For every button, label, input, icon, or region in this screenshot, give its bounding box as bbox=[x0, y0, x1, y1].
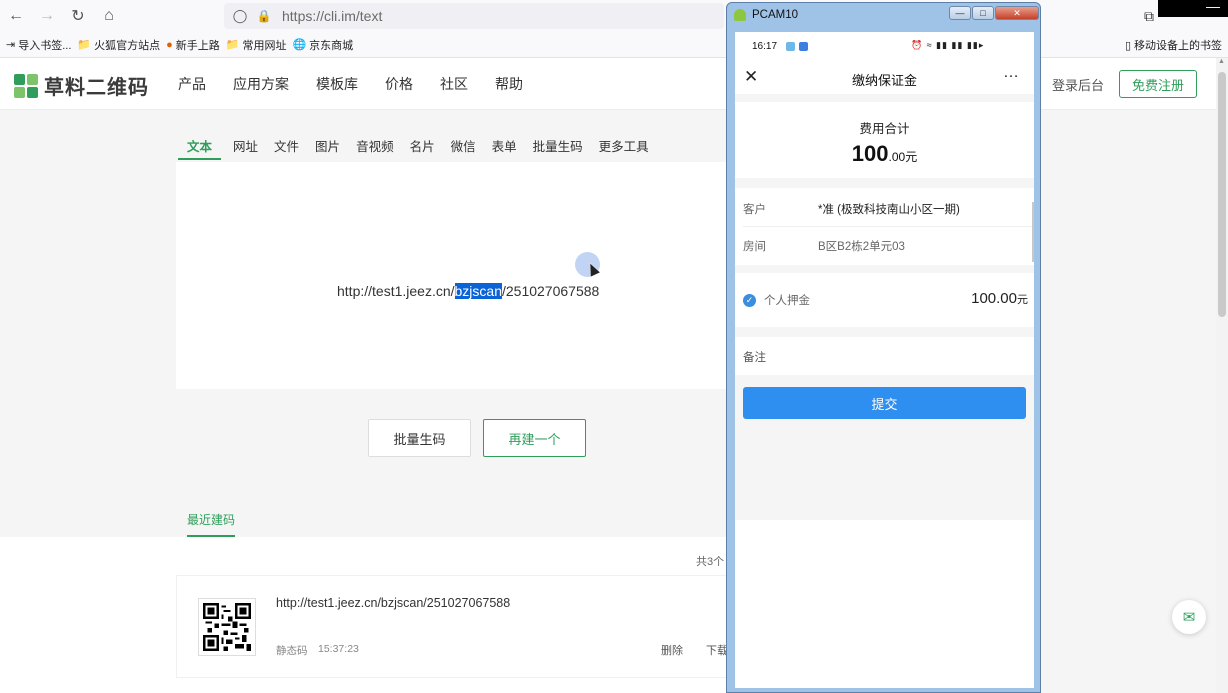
shield-icon[interactable]: ◯ bbox=[232, 8, 248, 24]
list-item[interactable] bbox=[176, 575, 728, 678]
download-link[interactable]: 下载 bbox=[706, 642, 728, 658]
chat-icon[interactable]: ✉ bbox=[1172, 600, 1206, 634]
code-type-tabs: 文本 网址 文件 图片 音视频 名片 微信 表单 批量生码 更多工具 bbox=[178, 136, 661, 160]
fee-label: 费用合计 bbox=[859, 122, 910, 136]
tab-url[interactable]: 网址 bbox=[229, 136, 262, 160]
lock-icon[interactable]: 🔒 bbox=[256, 9, 272, 23]
tab-media[interactable]: 音视频 bbox=[352, 136, 398, 160]
app-notify-icon bbox=[786, 42, 795, 51]
room-row[interactable]: 房间 B区B2栋2单元03 bbox=[735, 227, 1034, 265]
crop-icon[interactable]: ⧉ bbox=[1140, 0, 1158, 32]
tab-file[interactable]: 文件 bbox=[270, 136, 303, 160]
nav-community[interactable]: 社区 bbox=[440, 74, 468, 94]
bookmark-mobile[interactable]: ▯ 移动设备上的书签 bbox=[1125, 32, 1222, 58]
overlay-black-box: — bbox=[1158, 0, 1228, 17]
qr-code-thumbnail[interactable] bbox=[198, 598, 256, 656]
address-bar[interactable]: ◯ 🔒 https://cli.im/text bbox=[224, 3, 724, 29]
customer-value: *准 (极致科技南山小区一期) bbox=[818, 204, 960, 216]
record-time: 15:37:23 bbox=[318, 643, 359, 655]
phone-bottom-area bbox=[735, 520, 1034, 688]
bookmark-common[interactable]: 📁 常用网址 bbox=[226, 37, 287, 53]
tab-form[interactable]: 表单 bbox=[488, 136, 521, 160]
login-link[interactable]: 登录后台 bbox=[1052, 58, 1104, 110]
selected-text: bzjscan bbox=[454, 283, 502, 299]
folder-icon: 📁 bbox=[225, 39, 240, 51]
minimize-icon[interactable]: — bbox=[1206, 0, 1220, 14]
phone-screen: 16:17 ⏰ ≈ ▮▮ ▮▮ ▮▮▸ ✕ 缴纳保证金 … 费用合计 100.0… bbox=[735, 32, 1034, 688]
recent-section bbox=[0, 490, 728, 538]
tab-text[interactable]: 文本 bbox=[178, 136, 222, 160]
customer-info-card: 客户 *准 (极致科技南山小区一期) 房间 B区B2栋2单元03 bbox=[735, 188, 1034, 265]
total-count: 共3个 bbox=[696, 556, 725, 568]
tab-recent-codes[interactable]: 最近建码 bbox=[187, 511, 236, 537]
bookmarks-bar: ⇥ 导入书签... 📁 火狐官方站点 ● 新手上路 📁 常用网址 🌐 京东商城 ▯ 移动设备… bbox=[0, 32, 1228, 58]
tab-image[interactable]: 图片 bbox=[311, 136, 344, 160]
bluetooth-icon bbox=[799, 42, 808, 51]
record-type: 静态码 bbox=[276, 645, 308, 657]
record-url[interactable]: http://test1.jeez.cn/bzjscan/25102706758… bbox=[276, 596, 510, 610]
text-editor[interactable] bbox=[176, 162, 728, 389]
status-icons: ⏰ ≈ ▮▮ ▮▮ ▮▮▸ bbox=[911, 40, 985, 50]
editor-content[interactable]: http://test1.jeez.cn/bzjscan/25102706758… bbox=[337, 283, 599, 299]
bookmark-getting-started[interactable]: ● 新手上路 bbox=[166, 37, 220, 53]
url-text[interactable]: https://cli.im/text bbox=[282, 8, 382, 24]
forward-icon[interactable]: → bbox=[32, 1, 62, 31]
app-title: 缴纳保证金 bbox=[851, 73, 917, 88]
mobile-icon: ▯ bbox=[1124, 39, 1131, 52]
more-icon[interactable]: … bbox=[1003, 64, 1020, 82]
remark-label: 备注 bbox=[743, 352, 766, 364]
emulator-window: PCAM10 — □ ✕ 16:17 ⏰ ≈ ▮▮ ▮▮ ▮▮▸ ✕ 缴纳保证金… bbox=[726, 2, 1041, 693]
customer-row[interactable]: 客户 *准 (极致科技南山小区一期) bbox=[735, 188, 1034, 227]
fee-amount: 100.00元 bbox=[851, 141, 918, 166]
folder-icon: 📁 bbox=[77, 39, 92, 51]
batch-generate-button[interactable]: 批量生码 bbox=[368, 419, 471, 457]
bookmark-import[interactable]: ⇥ 导入书签... bbox=[6, 37, 71, 53]
phone-status-bar: 16:17 ⏰ ≈ ▮▮ ▮▮ ▮▮▸ bbox=[735, 32, 1034, 62]
tab-batch[interactable]: 批量生码 bbox=[529, 136, 587, 160]
window-maximize-button[interactable]: □ bbox=[972, 6, 994, 20]
nav-help[interactable]: 帮助 bbox=[495, 74, 523, 94]
site-logo[interactable]: 草料二维码 bbox=[14, 71, 149, 100]
import-icon: ⇥ bbox=[6, 39, 16, 51]
nav-product[interactable]: 产品 bbox=[178, 74, 206, 94]
tab-card[interactable]: 名片 bbox=[406, 136, 439, 160]
main-nav: 产品 应用方案 模板库 价格 社区 帮助 bbox=[178, 58, 550, 110]
create-new-button[interactable]: 再建一个 bbox=[483, 419, 586, 457]
tab-wechat[interactable]: 微信 bbox=[447, 136, 480, 160]
checkmark-icon[interactable]: ✓ bbox=[743, 294, 756, 307]
reload-icon[interactable]: ↻ bbox=[63, 1, 93, 31]
globe-icon: 🌐 bbox=[292, 39, 307, 51]
scrollbar-thumb[interactable] bbox=[1218, 72, 1226, 317]
window-close-button[interactable]: ✕ bbox=[995, 6, 1039, 20]
bookmark-jd[interactable]: 🌐 京东商城 bbox=[292, 37, 353, 53]
deposit-value: 100.00元 bbox=[971, 290, 1028, 307]
nav-templates[interactable]: 模板库 bbox=[316, 74, 358, 94]
deposit-label: 个人押金 bbox=[764, 295, 810, 307]
android-icon bbox=[734, 9, 746, 21]
site-header: 草料二维码 产品 应用方案 模板库 价格 社区 帮助 登录后台 免费注册 bbox=[0, 58, 1228, 110]
nav-pricing[interactable]: 价格 bbox=[385, 74, 413, 94]
app-bar: ✕ 缴纳保证金 … bbox=[735, 62, 1034, 94]
submit-button[interactable]: 提交 bbox=[743, 387, 1026, 419]
firefox-icon: ● bbox=[166, 38, 173, 51]
phone-scrollbar[interactable] bbox=[1032, 202, 1034, 262]
room-value: B区B2栋2单元03 bbox=[818, 241, 905, 253]
window-minimize-button[interactable]: — bbox=[949, 6, 971, 20]
logo-mark-icon bbox=[14, 73, 38, 98]
delete-link[interactable]: 删除 bbox=[661, 642, 683, 658]
register-button[interactable]: 免费注册 bbox=[1119, 70, 1197, 98]
remark-field[interactable] bbox=[735, 337, 1034, 375]
qr-code-icon bbox=[203, 603, 251, 651]
scroll-up-icon[interactable]: ▲ bbox=[1218, 58, 1225, 65]
nav-solutions[interactable]: 应用方案 bbox=[233, 74, 289, 94]
tab-more-tools[interactable]: 更多工具 bbox=[595, 136, 653, 160]
bookmark-firefox[interactable]: 📁 火狐官方站点 bbox=[77, 37, 160, 53]
home-icon[interactable]: ⌂ bbox=[94, 1, 124, 31]
back-icon[interactable]: ← bbox=[1, 1, 31, 31]
